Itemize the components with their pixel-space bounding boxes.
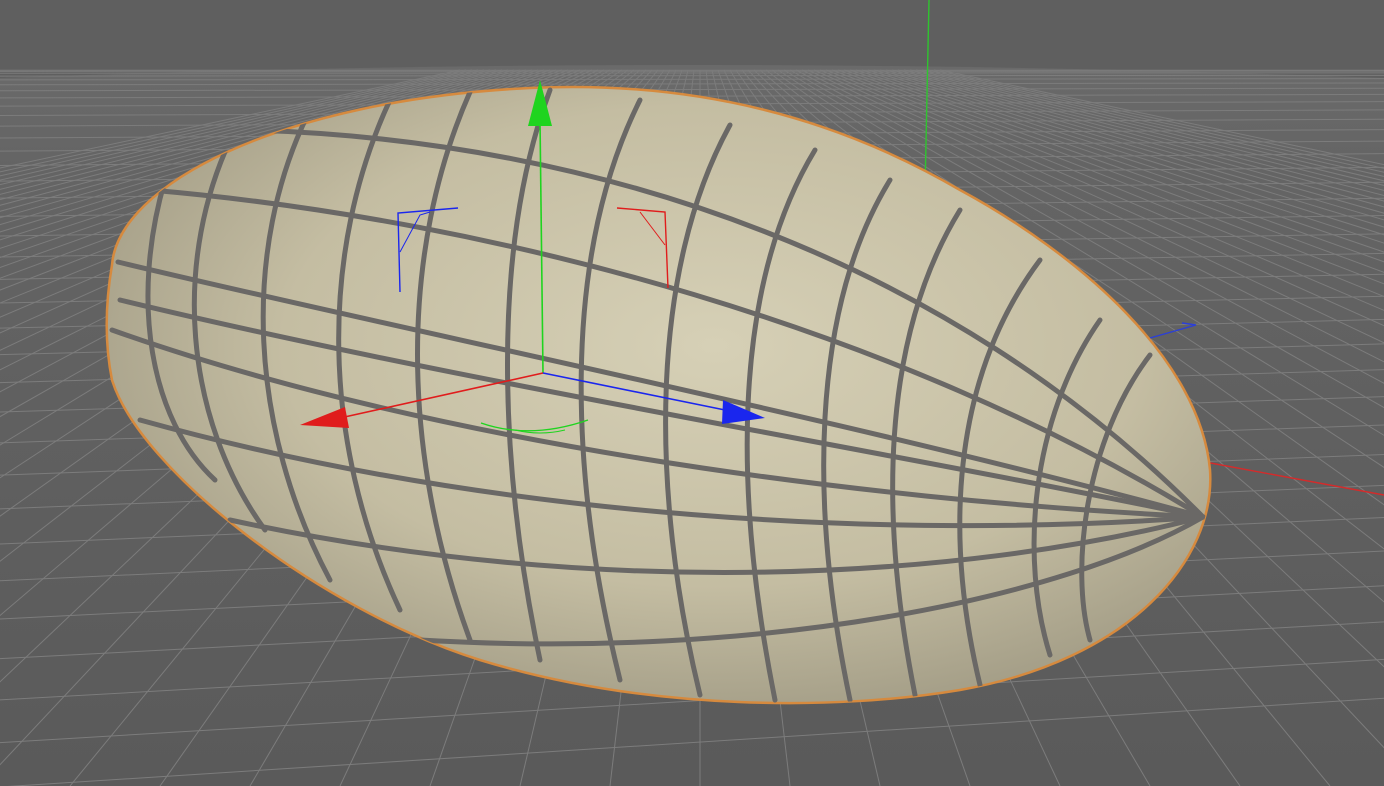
3d-viewport[interactable] — [0, 0, 1384, 786]
viewport-canvas[interactable] — [0, 0, 1384, 786]
